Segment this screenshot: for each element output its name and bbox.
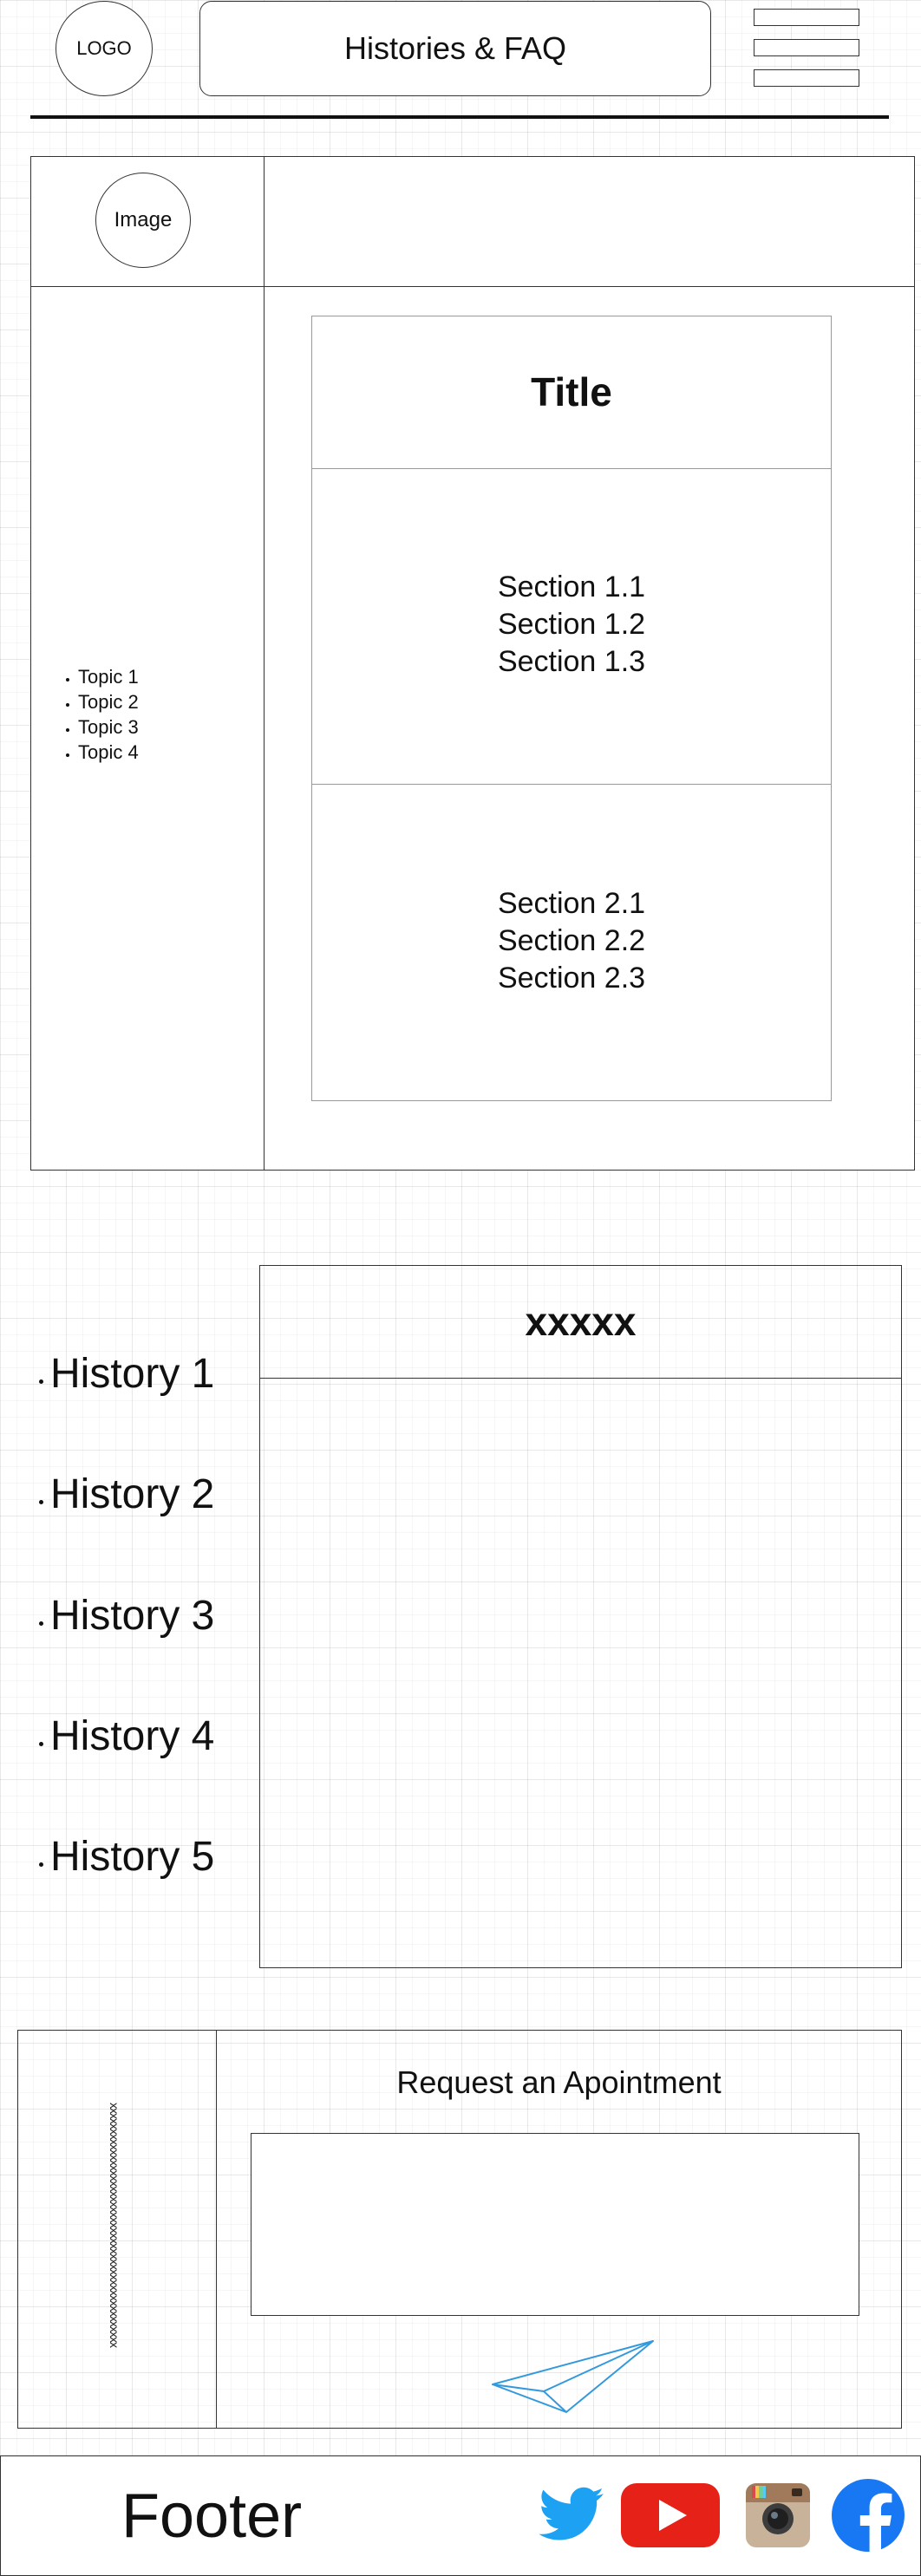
- section-item[interactable]: Section 2.3: [311, 960, 832, 997]
- menu-bar-2: [754, 39, 859, 56]
- paper-plane-icon[interactable]: [490, 2339, 655, 2414]
- history-item[interactable]: History 2: [39, 1471, 214, 1518]
- topic-item[interactable]: Topic 3: [66, 714, 139, 740]
- card-divider-2: [311, 784, 832, 785]
- logo-label: LOGO: [76, 37, 132, 59]
- menu-bar-1: [754, 9, 859, 26]
- profile-image-label: Image: [114, 208, 173, 232]
- topic-panel-divider-vertical: [264, 156, 265, 1171]
- topic-label: Topic 2: [78, 691, 139, 713]
- section-item[interactable]: Section 2.2: [311, 923, 832, 960]
- menu-bar-3: [754, 69, 859, 87]
- card-divider-1: [311, 468, 832, 469]
- section-item[interactable]: Section 1.1: [311, 569, 832, 606]
- youtube-icon[interactable]: [619, 2478, 722, 2553]
- history-label: History 2: [50, 1471, 215, 1517]
- section-item[interactable]: Section 1.2: [311, 606, 832, 643]
- bullet-icon: [66, 753, 69, 757]
- bullet-icon: [39, 1742, 43, 1746]
- history-panel-heading-text: xxxxx: [525, 1299, 637, 1344]
- history-label: History 3: [50, 1593, 215, 1639]
- topic-item[interactable]: Topic 2: [66, 689, 139, 714]
- section-2-list: Section 2.1 Section 2.2 Section 2.3: [311, 885, 832, 997]
- history-panel-divider: [259, 1378, 902, 1379]
- profile-image: Image: [95, 173, 191, 268]
- appointment-message-field[interactable]: [251, 2133, 859, 2316]
- appointment-side-text-content: xxxxxxxxxxxxxxxxxxxxxxxxxxxxxxxxxxxxxxxx…: [108, 2103, 121, 2347]
- bullet-icon: [66, 727, 69, 732]
- instagram-icon[interactable]: [745, 2482, 811, 2548]
- section-1-list: Section 1.1 Section 1.2 Section 1.3: [311, 569, 832, 681]
- bullet-icon: [39, 1621, 43, 1626]
- facebook-icon[interactable]: [831, 2478, 905, 2553]
- history-item[interactable]: History 5: [39, 1833, 214, 1881]
- topic-item[interactable]: Topic 1: [66, 664, 139, 689]
- section-item[interactable]: Section 1.3: [311, 643, 832, 681]
- topic-list: Topic 1 Topic 2 Topic 3 Topic 4: [66, 664, 139, 765]
- topic-label: Topic 1: [78, 666, 139, 688]
- page-title-text: Histories & FAQ: [343, 30, 567, 66]
- header-divider: [30, 115, 889, 119]
- appointment-title: Request an Apointment: [396, 2064, 722, 2100]
- history-label: History 4: [50, 1713, 215, 1759]
- appointment-side-text: xxxxxxxxxxxxxxxxxxxxxxxxxxxxxxxxxxxxxxxx…: [102, 2103, 127, 2358]
- bullet-icon: [66, 677, 69, 681]
- history-item[interactable]: History 3: [39, 1592, 214, 1640]
- history-label: History 1: [50, 1351, 215, 1397]
- history-item[interactable]: History 4: [39, 1712, 214, 1760]
- bullet-icon: [39, 1500, 43, 1504]
- bullet-icon: [66, 702, 69, 707]
- topic-label: Topic 3: [78, 716, 139, 738]
- history-panel-heading: xxxxx: [259, 1265, 902, 1378]
- logo[interactable]: LOGO: [56, 1, 153, 96]
- twitter-icon[interactable]: [534, 2478, 609, 2553]
- topic-panel-divider-horizontal: [30, 286, 915, 287]
- history-item[interactable]: History 1: [39, 1350, 214, 1398]
- footer-label: Footer: [121, 2481, 303, 2551]
- topic-label: Topic 4: [78, 741, 139, 763]
- bullet-icon: [39, 1862, 43, 1867]
- bullet-icon: [39, 1379, 43, 1384]
- page-title: Histories & FAQ: [199, 1, 711, 96]
- history-label: History 5: [50, 1834, 215, 1880]
- topic-item[interactable]: Topic 4: [66, 740, 139, 765]
- card-title: Title: [311, 316, 832, 468]
- section-item[interactable]: Section 2.1: [311, 885, 832, 923]
- card-title-text: Title: [531, 369, 612, 414]
